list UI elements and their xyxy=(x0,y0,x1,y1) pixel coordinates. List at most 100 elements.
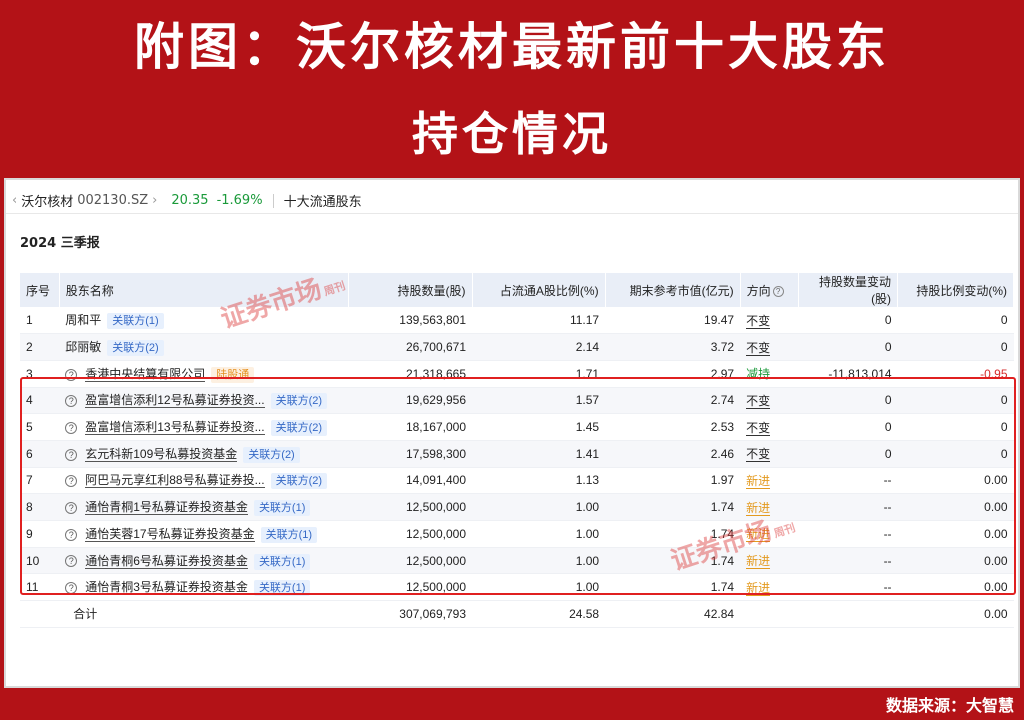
question-icon[interactable]: ? xyxy=(65,582,78,595)
cell-shares: 17,598,300 xyxy=(348,440,472,468)
holder-tag[interactable]: 关联方(1) xyxy=(253,553,311,570)
cell-holder: ? 香港中央结算有限公司 陆股通 xyxy=(59,360,349,388)
holder-tag[interactable]: 关联方(2) xyxy=(270,420,328,437)
holder-tag[interactable]: 关联方(2) xyxy=(107,340,164,357)
holder-name-link[interactable]: 周和平 xyxy=(65,313,101,327)
holder-name-link[interactable]: 阿巴马元享红利88号私募证券投... xyxy=(85,473,265,489)
report-period[interactable]: 2024 三季报 xyxy=(20,232,100,251)
col-market-value[interactable]: 期末参考市值(亿元) xyxy=(605,273,741,307)
cell-shares-change: -- xyxy=(798,573,898,602)
chevron-left-icon[interactable]: ‹ xyxy=(12,193,17,208)
stock-name[interactable]: 沃尔核材 xyxy=(21,191,73,210)
direction-link[interactable]: 新进 xyxy=(746,554,771,570)
holder-tag[interactable]: 关联方(1) xyxy=(260,526,318,543)
total-label: 合计 xyxy=(59,600,349,628)
direction-link[interactable]: 新进 xyxy=(746,473,771,489)
direction-link[interactable]: 不变 xyxy=(746,420,771,436)
cell-shares-change: -- xyxy=(798,467,898,495)
direction-link[interactable]: 新进 xyxy=(746,527,771,543)
table-row[interactable]: 9? 通怡芙蓉17号私募证券投资基金 关联方(1) 12,500,000 1.00 1.7… xyxy=(20,520,1014,548)
table-row[interactable]: 1 周和平 关联方(1) 139,563,801 11.17 19.47 不变 0 0 xyxy=(20,307,1014,335)
cell-ratio-change: 0 xyxy=(897,413,1014,441)
col-shares-change[interactable]: 持股数量变动(股) xyxy=(798,273,899,307)
cell-seq: 2 xyxy=(20,333,60,361)
table-row[interactable]: 8? 通怡青桐1号私募证券投资基金 关联方(1) 12,500,000 1.00 1.74… xyxy=(20,493,1014,521)
holder-name-link[interactable]: 邱丽敏 xyxy=(65,340,101,354)
banner-title-line2: 持仓情况 xyxy=(412,107,612,161)
holder-name-link[interactable]: 盈富增信添利13号私募证券投资... xyxy=(85,420,265,436)
cell-seq: 9 xyxy=(20,520,60,548)
chevron-right-icon[interactable]: › xyxy=(152,193,157,208)
holder-name-link[interactable]: 通怡芙蓉17号私募证券投资基金 xyxy=(85,526,255,542)
col-ratio-change[interactable]: 持股比例变动(%) xyxy=(897,273,1014,307)
holder-name-link[interactable]: 通怡青桐1号私募证券投资基金 xyxy=(85,500,248,516)
holder-name-link[interactable]: 通怡青桐6号私募证券投资基金 xyxy=(85,553,248,569)
cell-direction: 不变 xyxy=(740,333,799,361)
cell-shares-change: 0 xyxy=(798,387,898,415)
col-direction[interactable]: 方向? xyxy=(740,273,800,307)
cell-holder: ? 通怡青桐1号私募证券投资基金 关联方(1) xyxy=(59,493,349,521)
holder-name-link[interactable]: 通怡青桐3号私募证券投资基金 xyxy=(85,580,248,596)
direction-link[interactable]: 新进 xyxy=(746,580,771,596)
direction-link[interactable]: 新进 xyxy=(746,500,771,516)
cell-seq: 11 xyxy=(20,573,60,602)
cell-market-value: 1.97 xyxy=(605,467,741,495)
cell-shares: 139,563,801 xyxy=(348,307,472,335)
question-icon[interactable]: ? xyxy=(65,368,78,381)
question-icon[interactable]: ? xyxy=(65,421,78,434)
cell-ratio-change: 0 xyxy=(897,307,1014,335)
holder-tag[interactable]: 陆股通 xyxy=(211,366,255,383)
holder-tag[interactable]: 关联方(1) xyxy=(253,580,311,597)
holder-tag[interactable]: 关联方(1) xyxy=(107,313,164,330)
cell-ratio-change: 0.00 xyxy=(897,573,1014,602)
question-icon[interactable]: ? xyxy=(65,555,78,568)
direction-link[interactable]: 不变 xyxy=(746,447,771,463)
direction-link[interactable]: 不变 xyxy=(746,393,771,409)
table-row[interactable]: 7? 阿巴马元享红利88号私募证券投... 关联方(2) 14,091,400 1.13… xyxy=(20,467,1014,495)
holder-tag[interactable]: 关联方(2) xyxy=(243,446,300,463)
table-row[interactable]: 6? 玄元科新109号私募投资基金 关联方(2) 17,598,300 1.41 2.46… xyxy=(20,440,1014,468)
question-icon[interactable]: ? xyxy=(65,475,78,488)
direction-link[interactable]: 不变 xyxy=(746,340,771,356)
cell-float-ratio: 1.00 xyxy=(472,547,606,575)
cell-market-value: 19.47 xyxy=(605,307,741,335)
help-icon[interactable]: ? xyxy=(772,285,784,297)
cell-seq: 10 xyxy=(20,547,60,575)
cell-holder: ? 通怡青桐6号私募证券投资基金 关联方(1) xyxy=(59,547,349,575)
table-row[interactable]: 11? 通怡青桐3号私募证券投资基金 关联方(1) 12,500,000 1.00 1.7… xyxy=(20,573,1014,602)
cell-market-value: 1.74 xyxy=(605,493,741,521)
holder-tag[interactable]: 关联方(2) xyxy=(270,393,328,410)
stock-code: 002130.SZ xyxy=(77,193,149,208)
question-icon[interactable]: ? xyxy=(65,528,78,541)
holder-tag[interactable]: 关联方(2) xyxy=(270,473,328,490)
col-shares[interactable]: 持股数量(股) xyxy=(348,273,473,307)
table-row[interactable]: 5? 盈富增信添利13号私募证券投资... 关联方(2) 18,167,000 1.45… xyxy=(20,413,1014,441)
holder-name-link[interactable]: 玄元科新109号私募投资基金 xyxy=(85,446,238,462)
cell-ratio-change: 0 xyxy=(897,440,1014,468)
cell-shares-change: 0 xyxy=(798,440,898,468)
question-icon[interactable]: ? xyxy=(65,395,78,408)
cell-holder: 邱丽敏 关联方(2) xyxy=(59,333,349,361)
holder-tag[interactable]: 关联方(1) xyxy=(253,500,311,517)
table-row[interactable]: 10? 通怡青桐6号私募证券投资基金 关联方(1) 12,500,000 1.00 1.7… xyxy=(20,547,1014,575)
cell-float-ratio: 1.57 xyxy=(472,387,606,415)
holder-name-link[interactable]: 盈富增信添利12号私募证券投资... xyxy=(85,393,265,409)
direction-link[interactable]: 不变 xyxy=(746,313,771,329)
cell-float-ratio: 2.14 xyxy=(472,333,606,361)
col-float-ratio[interactable]: 占流通A股比例(%) xyxy=(472,273,606,307)
cell-holder: ? 盈富增信添利13号私募证券投资... 关联方(2) xyxy=(59,413,349,441)
holder-name-link[interactable]: 香港中央结算有限公司 xyxy=(85,366,206,382)
title-banner: 附图：沃尔核材最新前十大股东 持仓情况 xyxy=(0,0,1024,178)
table-row[interactable]: 2 邱丽敏 关联方(2) 26,700,671 2.14 3.72 不变 0 0 xyxy=(20,333,1014,361)
total-ratio-change: 0.00 xyxy=(897,600,1014,628)
direction-link[interactable]: 减持 xyxy=(746,367,770,381)
cell-holder: ? 阿巴马元享红利88号私募证券投... 关联方(2) xyxy=(59,467,349,495)
tab-top10-float-holders[interactable]: 十大流通股东 xyxy=(284,191,362,210)
cell-float-ratio: 1.41 xyxy=(472,440,606,468)
table-row[interactable]: 4? 盈富增信添利12号私募证券投资... 关联方(2) 19,629,956 1.57… xyxy=(20,387,1014,415)
cell-market-value: 3.72 xyxy=(605,333,741,361)
question-icon[interactable]: ? xyxy=(65,448,78,461)
question-icon[interactable]: ? xyxy=(65,501,78,514)
cell-market-value: 1.74 xyxy=(605,547,741,575)
table-row[interactable]: 3? 香港中央结算有限公司 陆股通 21,318,665 1.71 2.97 减持 -11,8… xyxy=(20,360,1014,388)
